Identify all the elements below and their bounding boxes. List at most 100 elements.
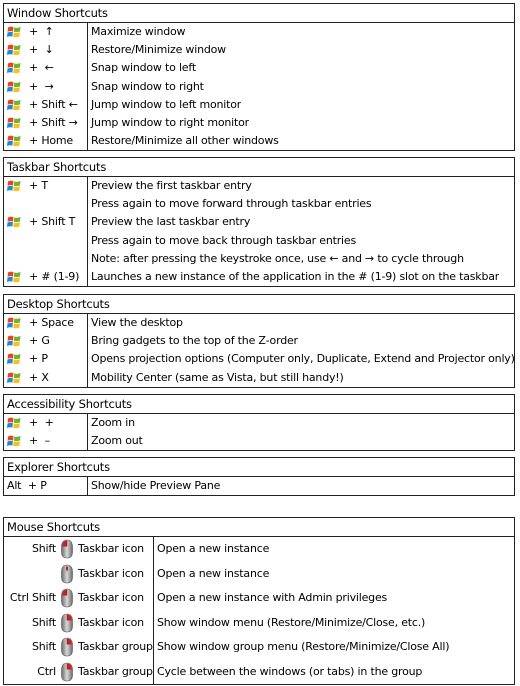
key-combo: + X bbox=[29, 370, 49, 384]
shortcut-key bbox=[4, 195, 88, 214]
shortcut-key: + Space bbox=[4, 314, 88, 333]
section-title: Accessibility Shortcuts bbox=[4, 395, 514, 414]
shortcut-key: Ctrl Shift Taskbar icon bbox=[4, 586, 154, 611]
mouse-icon bbox=[60, 564, 78, 584]
shortcut-key: Shift Taskbar icon bbox=[4, 610, 154, 635]
shortcut-description: Snap window to right bbox=[91, 79, 204, 93]
click-target: Taskbar icon bbox=[78, 615, 144, 629]
click-target: Taskbar icon bbox=[78, 566, 144, 580]
shortcut-description: View the desktop bbox=[91, 316, 183, 329]
key-combo: + P bbox=[29, 352, 48, 366]
key-combo: + Home bbox=[29, 134, 73, 148]
section-accessibility-shortcuts: Accessibility Shortcuts + + Zoom in + – Zoom… bbox=[3, 394, 515, 452]
shortcut-description: Preview the first taskbar entry bbox=[91, 179, 252, 192]
windows-logo-icon bbox=[7, 62, 29, 74]
shortcut-row: + Shift ← Jump window to left monitor bbox=[4, 95, 514, 114]
windows-logo-icon bbox=[7, 216, 29, 228]
windows-logo-icon bbox=[7, 26, 29, 38]
shortcut-description: Maximize window bbox=[91, 25, 186, 38]
mouse-icon bbox=[60, 662, 78, 682]
click-target: Taskbar icon bbox=[78, 542, 144, 555]
shortcut-row: + P Opens projection options (Computer on… bbox=[4, 350, 514, 369]
shortcut-row: + ↓ Restore/Minimize window bbox=[4, 41, 514, 60]
key-combo: + # (1-9) bbox=[29, 269, 80, 283]
shortcut-key: + P bbox=[4, 350, 88, 369]
section-taskbar-shortcuts: Taskbar Shortcuts + T Preview the first ta… bbox=[3, 157, 515, 288]
windows-logo-icon bbox=[7, 271, 29, 283]
windows-logo-icon bbox=[7, 353, 29, 365]
shortcut-description: Mobility Center (same as Vista, but stil… bbox=[91, 370, 344, 384]
shortcut-key: + # (1-9) bbox=[4, 267, 88, 287]
shortcut-row: Press again to move forward through task… bbox=[4, 195, 514, 214]
windows-logo-icon bbox=[7, 417, 29, 429]
shortcut-key: + T bbox=[4, 177, 88, 196]
shortcut-description: Show/hide Preview Pane bbox=[91, 479, 221, 492]
windows-logo-icon bbox=[7, 117, 29, 129]
shortcut-description: Restore/Minimize all other windows bbox=[91, 134, 279, 148]
shortcut-key bbox=[4, 249, 88, 268]
shortcut-description: Open a new instance with Admin privilege… bbox=[157, 591, 388, 604]
shortcut-key: Taskbar icon bbox=[4, 561, 154, 586]
shortcut-key: + X bbox=[4, 368, 88, 387]
shortcut-row: Shift Taskbar group Show window group menu… bbox=[4, 635, 514, 660]
shortcut-row: Press again to move back through taskbar… bbox=[4, 231, 514, 250]
shortcut-row: Alt + P Show/hide Preview Pane bbox=[4, 477, 514, 496]
shortcut-description: Show window group menu (Restore/Minimize… bbox=[157, 640, 450, 653]
shortcut-description: Zoom in bbox=[91, 416, 135, 429]
windows-logo-icon bbox=[7, 435, 29, 447]
shortcut-row: Ctrl Taskbar group Cycle between the windo… bbox=[4, 659, 514, 684]
shortcut-row: + Shift T Preview the last taskbar entry bbox=[4, 213, 514, 232]
shortcut-row: Taskbar icon Open a new instance bbox=[4, 561, 514, 586]
shortcut-key: + Home bbox=[4, 132, 88, 151]
shortcut-description: Snap window to left bbox=[91, 61, 196, 75]
shortcut-description: Open a new instance bbox=[157, 566, 270, 580]
windows-logo-icon bbox=[7, 317, 29, 329]
shortcut-description: Opens projection options (Computer only,… bbox=[91, 352, 514, 366]
modifier-keys: Shift bbox=[31, 615, 56, 629]
shortcut-key: + – bbox=[4, 432, 88, 451]
shortcut-key: Alt + P bbox=[4, 477, 88, 496]
mouse-icon bbox=[60, 637, 78, 657]
shortcut-row: + → Snap window to right bbox=[4, 77, 514, 96]
shortcut-row: + Space View the desktop bbox=[4, 314, 514, 333]
mouse-icon bbox=[60, 588, 78, 608]
click-target: Taskbar group bbox=[78, 640, 153, 653]
windows-logo-icon bbox=[7, 180, 29, 192]
click-target: Taskbar group bbox=[78, 664, 153, 678]
section-title: Desktop Shortcuts bbox=[4, 295, 514, 314]
shortcut-row: + T Preview the first taskbar entry bbox=[4, 177, 514, 196]
shortcut-description: Note: after pressing the keystroke once,… bbox=[91, 251, 464, 265]
shortcut-row: Shift Taskbar icon Open a new instance bbox=[4, 537, 514, 562]
shortcut-row: Shift Taskbar icon Show window menu (Resto… bbox=[4, 610, 514, 635]
modifier-keys: Ctrl bbox=[37, 664, 56, 678]
shortcut-description: Zoom out bbox=[91, 434, 143, 448]
section-title: Explorer Shortcuts bbox=[4, 458, 514, 477]
shortcut-row: + Home Restore/Minimize all other windows bbox=[4, 132, 514, 151]
key-combo: Alt + P bbox=[7, 479, 47, 492]
shortcut-description: Restore/Minimize window bbox=[91, 43, 226, 57]
shortcut-row: + # (1-9) Launches a new instance of the … bbox=[4, 267, 514, 287]
key-combo: + ← bbox=[29, 61, 54, 75]
section-desktop-shortcuts: Desktop Shortcuts + Space View the desktop… bbox=[3, 294, 515, 388]
shortcut-description: Show window menu (Restore/Minimize/Close… bbox=[157, 615, 426, 629]
section-window-shortcuts: Window Shortcuts + ↑ Maximize window + ↓ Res… bbox=[3, 3, 515, 152]
click-target: Taskbar icon bbox=[78, 591, 144, 604]
shortcut-key: + ↓ bbox=[4, 41, 88, 60]
key-combo: + Shift ← bbox=[29, 97, 78, 111]
shortcut-row: + X Mobility Center (same as Vista, but s… bbox=[4, 368, 514, 387]
key-combo: + – bbox=[29, 434, 50, 448]
section-mouse-shortcuts: Mouse Shortcuts Shift Taskbar icon Open a n… bbox=[3, 517, 515, 685]
shortcut-row: + – Zoom out bbox=[4, 432, 514, 451]
shortcut-key: + Shift T bbox=[4, 213, 88, 232]
section-explorer-shortcuts: Explorer Shortcuts Alt + P Show/hide Previ… bbox=[3, 457, 515, 497]
shortcut-description: Open a new instance bbox=[157, 542, 270, 555]
shortcut-key: + Shift → bbox=[4, 113, 88, 133]
section-title: Taskbar Shortcuts bbox=[4, 158, 514, 177]
shortcut-description: Jump window to right monitor bbox=[91, 115, 249, 129]
windows-logo-icon bbox=[7, 335, 29, 347]
shortcut-key bbox=[4, 231, 88, 250]
modifier-keys: Ctrl Shift bbox=[9, 591, 56, 604]
shortcut-description: Launches a new instance of the applicati… bbox=[91, 269, 500, 283]
shortcut-description: Press again to move forward through task… bbox=[91, 197, 372, 211]
shortcut-description: Cycle between the windows (or tabs) in t… bbox=[157, 664, 423, 678]
